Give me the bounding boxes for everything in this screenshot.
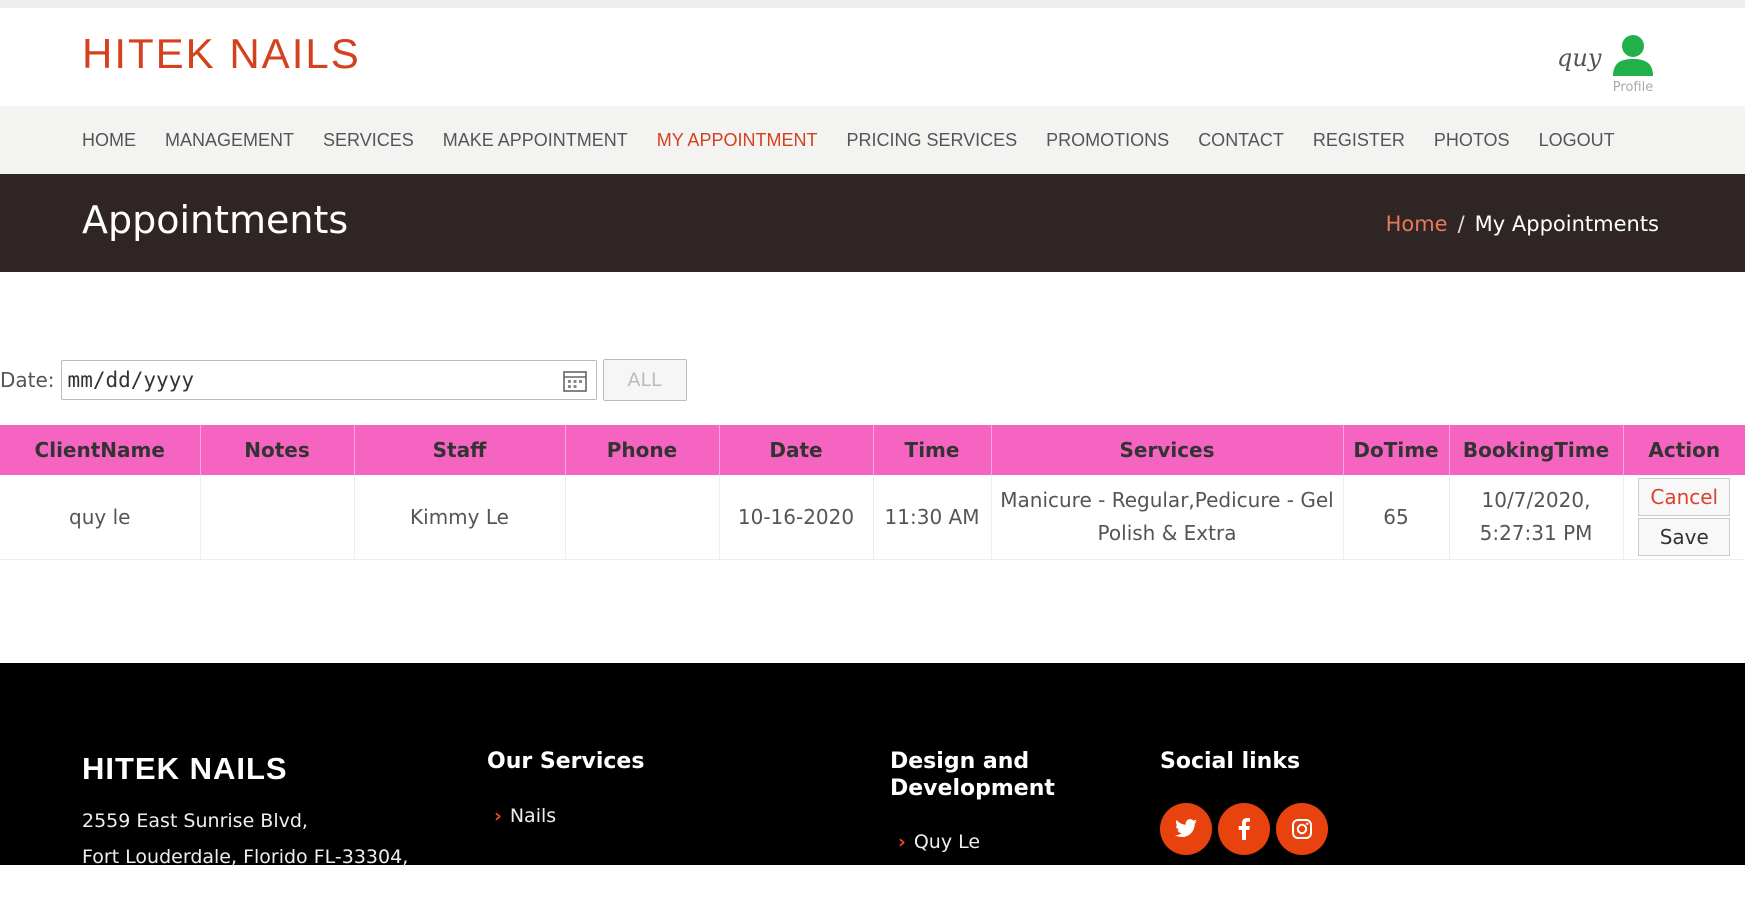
main-nav: HOME MANAGEMENT SERVICES MAKE APPOINTMEN… (0, 106, 1745, 174)
page-banner: Appointments Home / My Appointments (0, 174, 1745, 272)
footer-link-label: Quy Le (913, 831, 981, 853)
user-name: quy (1557, 44, 1602, 72)
design-title-line-2: Development (890, 776, 1055, 801)
site-header: HITEK NAILS quy Profile (0, 8, 1745, 106)
facebook-button[interactable] (1218, 803, 1270, 855)
col-phone: Phone (565, 425, 720, 475)
site-footer: HITEK NAILS 2559 East Sunrise Blvd, Fort… (0, 663, 1745, 868)
profile-label: Profile (1612, 80, 1654, 95)
footer-link-nails[interactable]: › Nails (494, 805, 556, 827)
cell-date: 10-16-2020 (719, 475, 874, 560)
chevron-right-icon: › (898, 831, 906, 853)
footer-social-title: Social links (1160, 749, 1301, 774)
footer-design-title: Design and Development (890, 748, 1055, 802)
site-logo[interactable]: HITEK NAILS (82, 30, 361, 78)
nav-promotions[interactable]: PROMOTIONS (1046, 130, 1169, 151)
instagram-icon (1292, 819, 1312, 839)
nav-contact[interactable]: CONTACT (1198, 130, 1284, 151)
col-services: Services (991, 425, 1344, 475)
footer-services-title: Our Services (487, 749, 645, 774)
table-row: quy le Kimmy Le 10-16-2020 11:30 AM Mani… (0, 475, 1745, 560)
nav-home[interactable]: HOME (82, 130, 136, 151)
cell-do-time: 65 (1343, 475, 1450, 560)
col-staff: Staff (354, 425, 566, 475)
col-time: Time (873, 425, 992, 475)
cancel-button[interactable]: Cancel (1638, 478, 1731, 516)
breadcrumb-home-link[interactable]: Home (1386, 212, 1448, 236)
date-input-wrapper (60, 360, 597, 400)
cell-client-name: quy le (0, 475, 201, 560)
table-header-row: ClientName Notes Staff Phone Date Time S… (0, 425, 1745, 475)
breadcrumb-current: My Appointments (1474, 212, 1659, 236)
page-title: Appointments (82, 198, 349, 242)
nav-services[interactable]: SERVICES (323, 130, 414, 151)
cell-services: Manicure - Regular,Pedicure - Gel Polish… (991, 475, 1344, 560)
col-booking-time: BookingTime (1449, 425, 1624, 475)
profile-button[interactable]: Profile (1608, 34, 1658, 104)
user-icon (1613, 35, 1653, 76)
col-notes: Notes (200, 425, 355, 475)
cell-action: Cancel Save (1623, 475, 1745, 560)
chevron-right-icon: › (494, 805, 502, 827)
nav-my-appointment[interactable]: MY APPOINTMENT (657, 130, 818, 151)
nav-logout[interactable]: LOGOUT (1539, 130, 1615, 151)
footer-brand: HITEK NAILS (82, 751, 288, 786)
nav-management[interactable]: MANAGEMENT (165, 130, 294, 151)
date-input[interactable] (61, 361, 550, 399)
instagram-button[interactable] (1276, 803, 1328, 855)
cell-time: 11:30 AM (873, 475, 992, 560)
breadcrumb-separator: / (1457, 212, 1465, 236)
col-do-time: DoTime (1343, 425, 1450, 475)
twitter-icon (1175, 819, 1197, 838)
breadcrumb: Home / My Appointments (1386, 212, 1659, 236)
twitter-button[interactable] (1160, 803, 1212, 855)
col-action: Action (1623, 425, 1745, 475)
nav-pricing-services[interactable]: PRICING SERVICES (846, 130, 1017, 151)
calendar-icon[interactable] (562, 369, 588, 393)
nav-make-appointment[interactable]: MAKE APPOINTMENT (443, 130, 628, 151)
social-links (1160, 803, 1334, 855)
nav-photos[interactable]: PHOTOS (1434, 130, 1510, 151)
appointments-table: ClientName Notes Staff Phone Date Time S… (0, 425, 1745, 560)
save-button[interactable]: Save (1638, 518, 1731, 556)
cell-staff: Kimmy Le (354, 475, 566, 560)
date-label: Date: (0, 368, 55, 392)
all-button[interactable]: ALL (602, 359, 687, 401)
bottom-strip (0, 865, 1745, 900)
col-client-name: ClientName (0, 425, 201, 475)
cell-booking-time: 10/7/2020, 5:27:31 PM (1449, 475, 1624, 560)
footer-link-label: Nails (509, 805, 557, 827)
cell-phone (565, 475, 720, 560)
design-title-line-1: Design and (890, 749, 1030, 774)
address-line-1: 2559 East Sunrise Blvd, (82, 810, 308, 832)
footer-link-quy-le[interactable]: › Quy Le (898, 831, 980, 853)
cell-notes (200, 475, 355, 560)
facebook-icon (1238, 818, 1250, 840)
top-strip (0, 0, 1745, 8)
nav-register[interactable]: REGISTER (1313, 130, 1405, 151)
col-date: Date (719, 425, 874, 475)
date-filter: Date: ALL (0, 358, 687, 402)
